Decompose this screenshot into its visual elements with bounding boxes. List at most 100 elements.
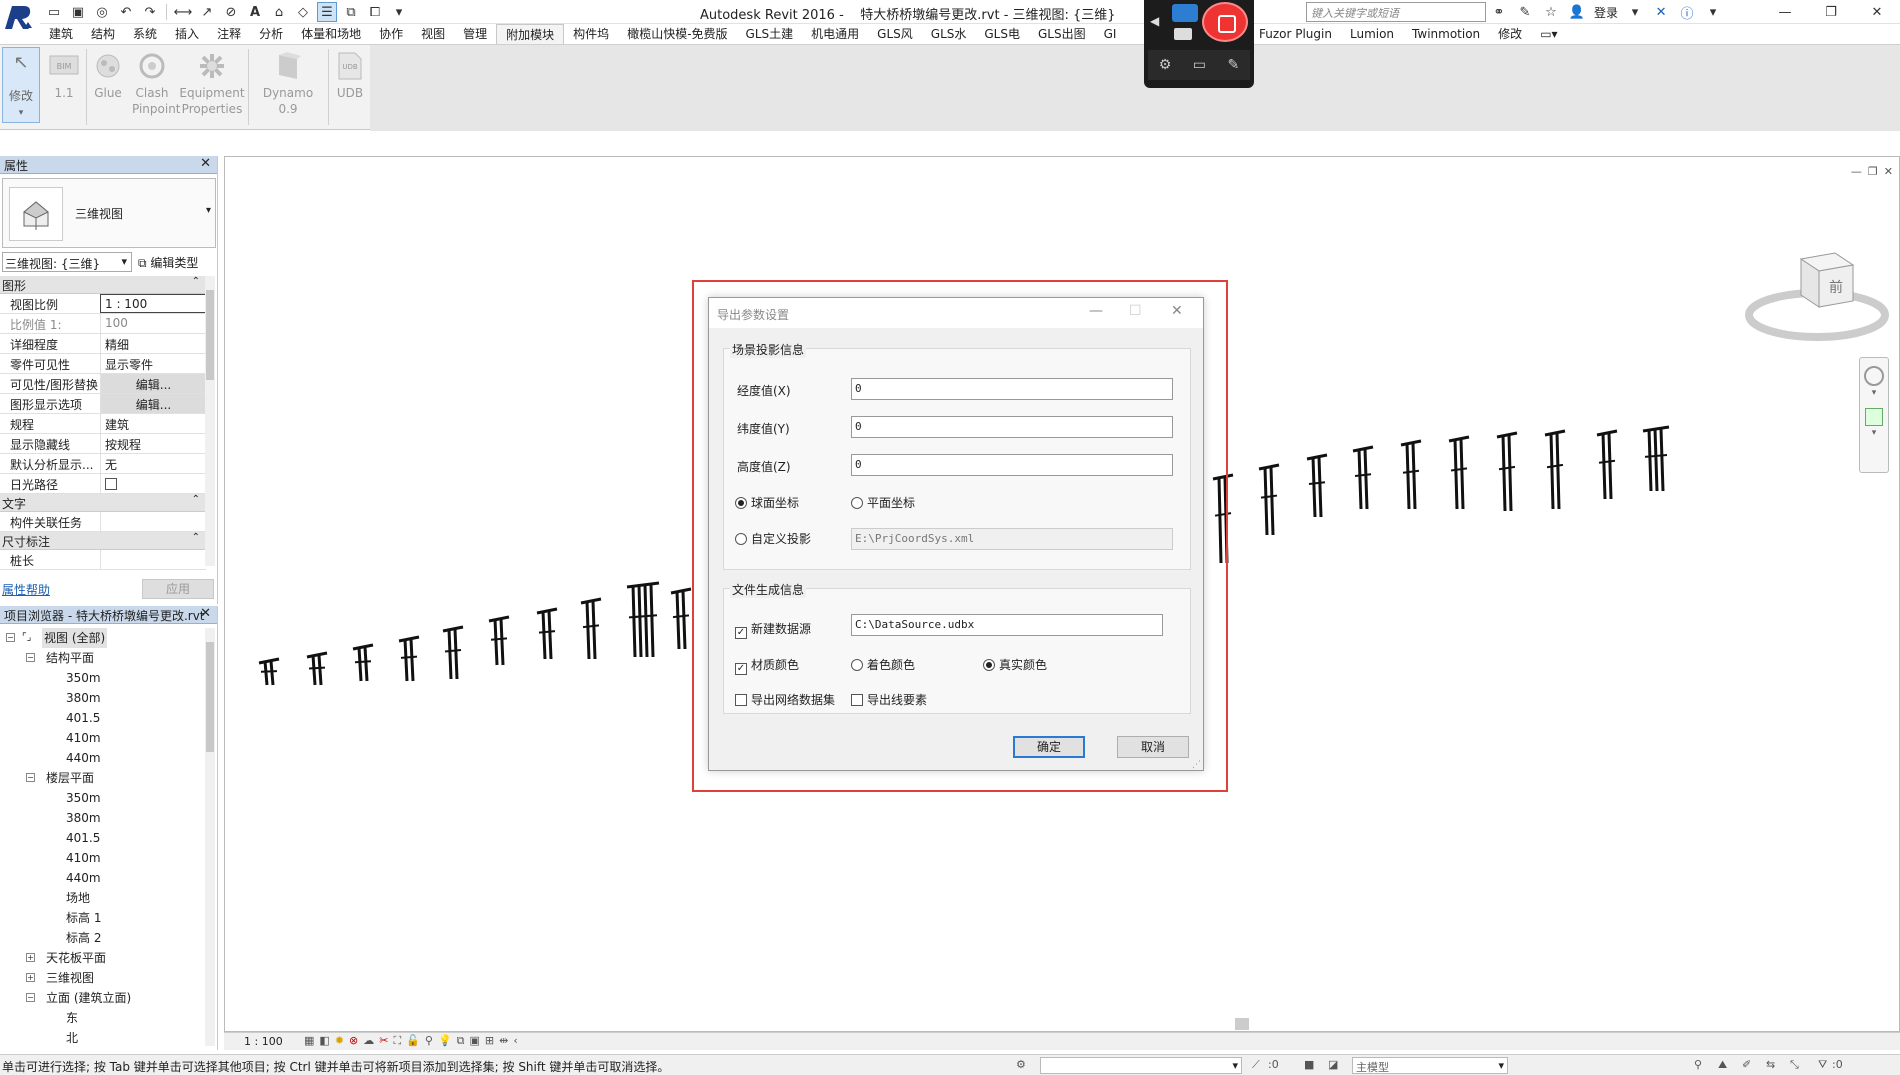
redo-icon[interactable]: ↷ bbox=[140, 2, 160, 22]
section-dimension[interactable]: 尺寸标注 ⌃ bbox=[0, 532, 206, 550]
apply-button[interactable]: 应用 bbox=[142, 579, 214, 599]
bridge-pier[interactable] bbox=[1496, 431, 1518, 512]
longitude-input[interactable]: 0 bbox=[851, 378, 1173, 400]
ok-button[interactable]: 确定 bbox=[1013, 736, 1085, 758]
ribbon-tab[interactable]: 管理 bbox=[454, 24, 496, 44]
tree-node[interactable]: 350m bbox=[0, 668, 206, 688]
3d-view-icon[interactable]: ⌂ bbox=[269, 2, 289, 22]
tree-node[interactable]: 北 bbox=[0, 1028, 206, 1048]
tree-node[interactable]: − ⌜⌟ 视图 (全部) bbox=[0, 628, 206, 648]
worksharing-icon[interactable]: ⧉ bbox=[457, 1034, 465, 1048]
tag-icon[interactable]: ⊘ bbox=[221, 2, 241, 22]
customize-qat-icon[interactable]: ▾ bbox=[389, 2, 409, 22]
tree-node[interactable]: − 立面 (建筑立面) bbox=[0, 988, 206, 1008]
spherical-coord-radio[interactable]: 球面坐标 bbox=[735, 494, 799, 511]
bridge-pier[interactable] bbox=[1596, 429, 1618, 500]
collapse-icon[interactable]: − bbox=[26, 773, 35, 782]
tree-node[interactable]: 440m bbox=[0, 748, 206, 768]
export-mesh-checkbox[interactable]: 导出网络数据集 bbox=[735, 691, 835, 708]
temporary-hide-icon[interactable]: ⚲ bbox=[425, 1034, 433, 1048]
tree-node[interactable]: 401.5 bbox=[0, 828, 206, 848]
tree-node[interactable]: + 三维视图 bbox=[0, 968, 206, 988]
analytical-model-icon[interactable]: ▣ bbox=[470, 1034, 480, 1048]
view-scale-field[interactable]: 1 : 100 bbox=[100, 294, 206, 313]
sun-path-icon[interactable]: ✹ bbox=[335, 1034, 344, 1048]
sync-icon[interactable]: ◎ bbox=[92, 2, 112, 22]
expand-icon[interactable]: + bbox=[26, 953, 35, 962]
bridge-pier[interactable] bbox=[442, 625, 464, 680]
cancel-button[interactable]: 取消 bbox=[1117, 736, 1189, 758]
chevron-left-icon[interactable]: ‹ bbox=[513, 1034, 517, 1048]
equipment-properties-button[interactable]: Equipment Properties bbox=[178, 51, 246, 117]
glue-button[interactable]: Glue bbox=[92, 51, 124, 101]
bridge-pier[interactable] bbox=[1306, 453, 1328, 518]
select-underlay-icon[interactable]: ⛰ bbox=[1718, 1058, 1727, 1072]
ribbon-tab[interactable]: 插入 bbox=[166, 24, 208, 44]
close-icon[interactable]: ✕ bbox=[1171, 303, 1183, 319]
zoom-icon[interactable] bbox=[1865, 408, 1883, 426]
close-icon[interactable]: ✕ bbox=[200, 606, 211, 621]
type-selector[interactable]: 三维视图 ▾ bbox=[2, 178, 216, 248]
workset-dropdown[interactable]: ▾ bbox=[1040, 1057, 1242, 1074]
properties-scrollbar[interactable] bbox=[205, 276, 215, 566]
user-icon[interactable]: 👤 bbox=[1568, 5, 1586, 20]
minimize-icon[interactable]: — bbox=[1762, 0, 1808, 24]
ribbon-tab[interactable]: GLS出图 bbox=[1029, 24, 1095, 44]
ribbon-tab[interactable]: 附加模块 bbox=[496, 24, 565, 44]
shadows-icon[interactable]: ⊗ bbox=[349, 1034, 358, 1048]
chevron-down-icon[interactable]: ▾ bbox=[1860, 388, 1888, 398]
chevron-down-icon[interactable]: ▾ bbox=[1860, 428, 1888, 438]
scroll-thumb[interactable] bbox=[206, 642, 214, 752]
tree-node[interactable]: − 楼层平面 bbox=[0, 768, 206, 788]
gear-icon[interactable]: ⚙ bbox=[1159, 57, 1172, 73]
chevron-down-icon[interactable]: ▾ bbox=[206, 205, 211, 216]
save-icon[interactable]: ▣ bbox=[68, 2, 88, 22]
bridge-pier[interactable] bbox=[1258, 463, 1280, 536]
tree-node[interactable]: 401.5 bbox=[0, 708, 206, 728]
minimize-icon[interactable]: — bbox=[1089, 303, 1103, 319]
ribbon-tab[interactable]: GLS风 bbox=[868, 24, 922, 44]
select-by-face-icon[interactable]: ⇆ bbox=[1766, 1058, 1775, 1071]
close-icon[interactable]: ✕ bbox=[200, 156, 211, 171]
help-icon[interactable]: ⓘ bbox=[1678, 3, 1696, 22]
real-color-radio[interactable]: 真实颜色 bbox=[983, 656, 1047, 673]
modify-button[interactable]: ↖ 修改 ▾ bbox=[2, 47, 40, 123]
search-input[interactable]: 键入关键字或短语 bbox=[1306, 2, 1486, 22]
section-text[interactable]: 文字 ⌃ bbox=[0, 494, 206, 512]
thin-lines-icon[interactable]: ☰ bbox=[317, 2, 337, 22]
sun-path-checkbox[interactable] bbox=[105, 478, 117, 490]
ribbon-tab[interactable]: 建筑 bbox=[40, 24, 82, 44]
bridge-pier[interactable] bbox=[258, 657, 280, 686]
bridge-pier[interactable] bbox=[580, 597, 602, 660]
subscription-icon[interactable]: ✎ bbox=[1516, 5, 1534, 20]
ribbon-tab[interactable]: 分析 bbox=[250, 24, 292, 44]
bridge-pier[interactable] bbox=[626, 581, 660, 658]
close-icon[interactable]: ✕ bbox=[1854, 0, 1900, 24]
exclude-options-icon[interactable]: ◪ bbox=[1328, 1058, 1338, 1071]
favorites-star-icon[interactable]: ☆ bbox=[1542, 5, 1560, 20]
ribbon-tab[interactable]: 体量和场地 bbox=[292, 24, 370, 44]
ribbon-tab[interactable]: Fuzor Plugin bbox=[1250, 24, 1341, 44]
open-icon[interactable]: ▭ bbox=[44, 2, 64, 22]
section-graphics[interactable]: 图形 ⌃ bbox=[0, 276, 206, 294]
ribbon-options-icon[interactable]: ▭▾ bbox=[1531, 24, 1566, 44]
viewcube-face-label[interactable]: 前 bbox=[1829, 279, 1843, 296]
exchange-apps-icon[interactable]: ✕ bbox=[1652, 5, 1670, 20]
browser-scrollbar[interactable] bbox=[205, 628, 215, 1046]
tree-node[interactable]: 380m bbox=[0, 808, 206, 828]
planar-coord-radio[interactable]: 平面坐标 bbox=[851, 494, 915, 511]
tree-node[interactable]: 440m bbox=[0, 868, 206, 888]
record-button[interactable] bbox=[1202, 2, 1248, 42]
collapse-icon[interactable]: ⌃ bbox=[192, 276, 200, 287]
tree-node[interactable]: 场地 bbox=[0, 888, 206, 908]
collapse-icon[interactable]: − bbox=[26, 653, 35, 662]
bridge-pier[interactable] bbox=[398, 635, 420, 682]
select-links-icon[interactable]: ⚲ bbox=[1694, 1058, 1702, 1071]
viewcube[interactable]: 前 bbox=[1735, 245, 1895, 355]
tree-node[interactable]: 350m bbox=[0, 788, 206, 808]
undo-icon[interactable]: ↶ bbox=[116, 2, 136, 22]
new-datasource-checkbox[interactable]: ✓ 新建数据源 bbox=[735, 620, 811, 639]
ribbon-tab[interactable]: 视图 bbox=[412, 24, 454, 44]
tree-node[interactable]: 标高 2 bbox=[0, 928, 206, 948]
collapse-arrow-icon[interactable]: ◀ bbox=[1150, 14, 1159, 28]
